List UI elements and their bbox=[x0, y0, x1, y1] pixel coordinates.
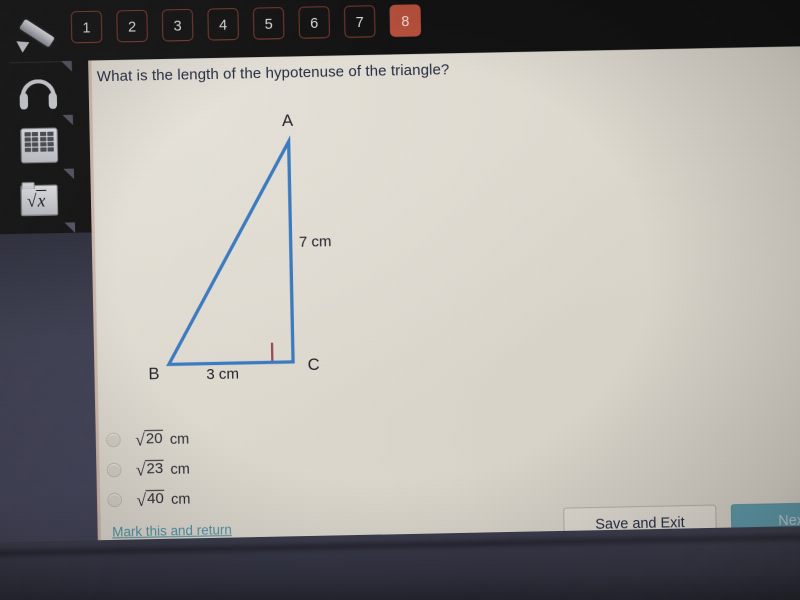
photographed-screen: √x 12345678 What is the length of the hy… bbox=[0, 0, 800, 600]
square-root-icon: √ 40 bbox=[136, 489, 166, 510]
option-unit: cm bbox=[170, 459, 190, 477]
question-number-button-1[interactable]: 1 bbox=[70, 10, 103, 44]
question-number-button-5[interactable]: 5 bbox=[252, 7, 285, 40]
option-unit: cm bbox=[169, 429, 190, 447]
question-number-button-3[interactable]: 3 bbox=[161, 8, 194, 42]
vertex-label-b: B bbox=[148, 365, 160, 384]
mark-this-and-return-link[interactable]: Mark this and return bbox=[112, 522, 232, 540]
radio-button[interactable] bbox=[106, 462, 122, 477]
calculator-tool-button[interactable] bbox=[13, 121, 66, 170]
side-label-horizontal: 3 cm bbox=[206, 366, 240, 384]
radicand-value: 40 bbox=[145, 489, 166, 509]
triangle-outline bbox=[166, 135, 295, 367]
headphones-tool-button[interactable] bbox=[12, 69, 65, 118]
screen-content-plane: √x 12345678 What is the length of the hy… bbox=[0, 0, 800, 600]
square-root-icon: √ 23 bbox=[135, 459, 165, 480]
radicand-value: 23 bbox=[145, 459, 165, 479]
radicand-value: 20 bbox=[144, 429, 164, 449]
highlighter-icon bbox=[13, 13, 61, 55]
headphones-icon bbox=[17, 77, 59, 111]
question-panel: What is the length of the hypotenuse of … bbox=[88, 46, 800, 560]
radio-button[interactable] bbox=[106, 432, 121, 447]
answer-options: √ 20 cm √ 23 cm √ 40 cm bbox=[106, 416, 542, 515]
right-angle-marker bbox=[270, 342, 293, 364]
radio-button[interactable] bbox=[107, 492, 123, 507]
question-number-list: 12345678 bbox=[70, 4, 422, 44]
vertex-label-c: C bbox=[307, 356, 320, 375]
square-root-icon: √ 20 bbox=[135, 429, 164, 450]
answer-option-label: √ 20 cm bbox=[135, 429, 190, 450]
question-number-button-7[interactable]: 7 bbox=[343, 5, 376, 38]
answer-option-label: √ 40 cm bbox=[136, 489, 191, 510]
highlighter-tool-button[interactable] bbox=[11, 9, 64, 58]
vertex-label-a: A bbox=[281, 112, 294, 131]
calculator-icon bbox=[20, 127, 59, 164]
option-unit: cm bbox=[170, 489, 191, 507]
triangle-svg bbox=[166, 135, 295, 367]
side-label-vertical: 7 cm bbox=[298, 233, 332, 252]
formula-sheet-tool-button[interactable]: √x bbox=[14, 175, 67, 224]
question-number-button-8[interactable]: 8 bbox=[389, 4, 422, 37]
question-number-button-4[interactable]: 4 bbox=[207, 7, 239, 41]
question-prompt: What is the length of the hypotenuse of … bbox=[96, 61, 450, 86]
triangle-figure: A B C 7 cm 3 cm bbox=[110, 106, 426, 392]
formula-sheet-icon: √x bbox=[20, 181, 60, 217]
question-number-button-6[interactable]: 6 bbox=[298, 6, 331, 39]
tool-corner-marker bbox=[64, 222, 76, 233]
tool-rail: √x bbox=[0, 0, 100, 600]
answer-option-label: √ 23 cm bbox=[135, 459, 190, 480]
question-number-button-2[interactable]: 2 bbox=[116, 9, 148, 43]
